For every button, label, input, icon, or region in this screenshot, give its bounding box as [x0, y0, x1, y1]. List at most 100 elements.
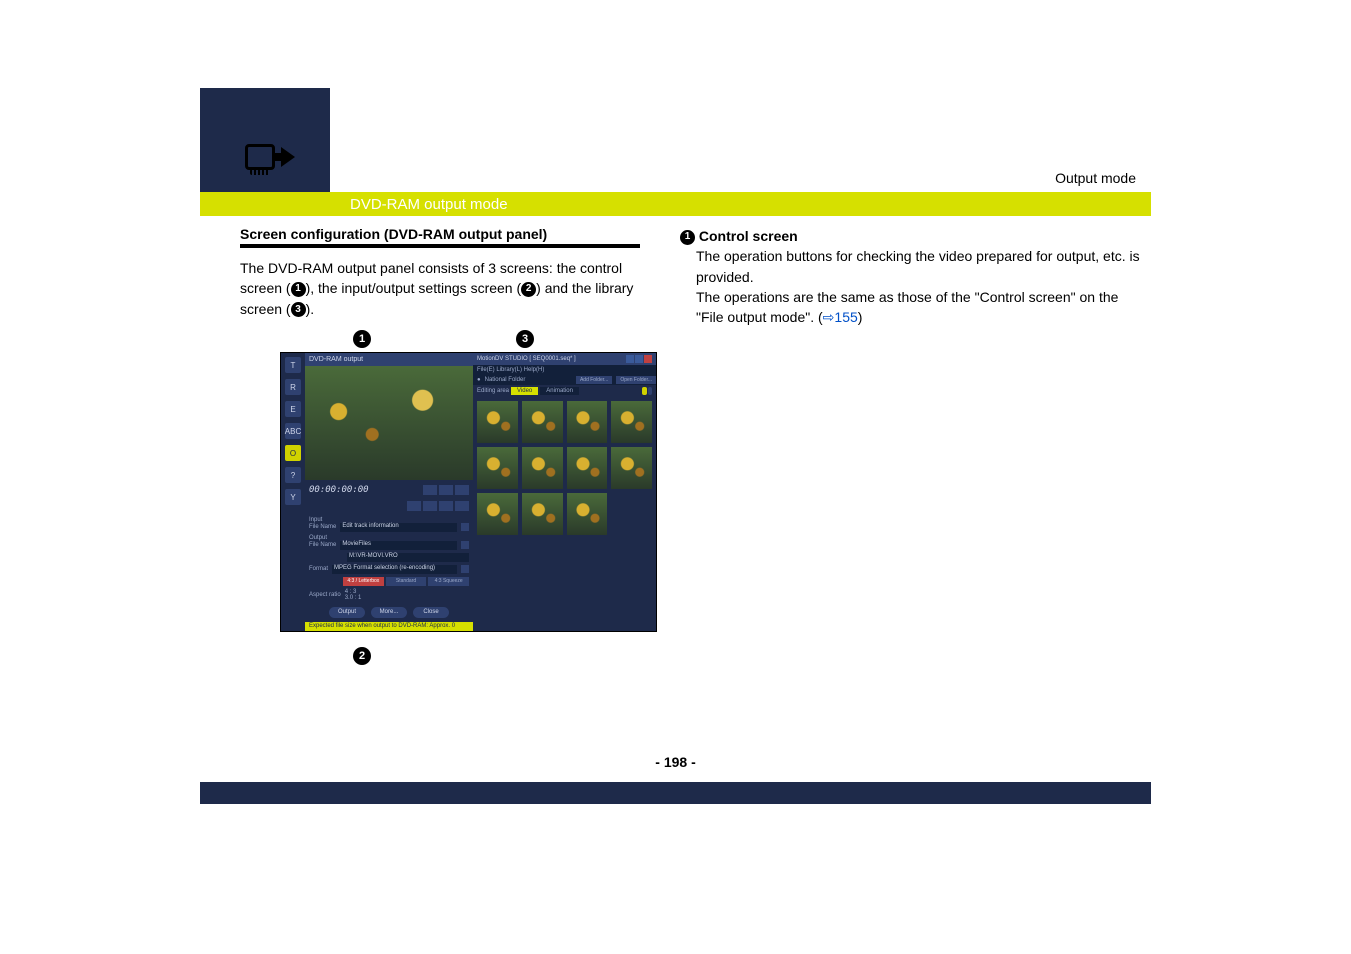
right-para-2: The operations are the same as those of …: [696, 287, 1140, 328]
step-fwd-button[interactable]: [455, 501, 469, 511]
folder-indicator-icon: ●: [477, 377, 481, 383]
aspect-values: 4 : 3 3.0 : 1: [345, 589, 362, 601]
sidebar-edit-icon[interactable]: E: [285, 401, 301, 417]
input-filename-field[interactable]: Edit track information: [340, 523, 457, 532]
input-browse-icon[interactable]: [461, 523, 469, 531]
output-path-field[interactable]: M:\VR-MOVI.VRO: [347, 553, 469, 562]
page-link[interactable]: 155: [834, 309, 857, 325]
right-heading-line: 1 Control screen: [680, 226, 1140, 246]
panel-titlebar: DVD-RAM output: [305, 353, 473, 366]
app-screenshot: T R E ABC O ? Y DVD-RAM output 00:00:00:…: [280, 352, 657, 632]
callout-1-inline: 1: [291, 282, 306, 297]
rewind-button[interactable]: [423, 485, 437, 495]
format-field[interactable]: MPEG Format selection (re-encoding): [332, 565, 457, 574]
footer-navy-bar: [200, 782, 1151, 804]
thumbnail-grid: 20050123_141001.mpg 20050125_204511.mpg …: [473, 397, 656, 631]
thumbnail-item[interactable]: MovieFile04.mpg: [567, 493, 608, 535]
text: The operations are the same as those of …: [696, 289, 1118, 325]
library-folder-row: ● National Folder Add Folder... Open Fol…: [473, 375, 656, 385]
app-sidebar: T R E ABC O ? Y: [281, 353, 305, 631]
view-mode-icon[interactable]: [642, 387, 652, 395]
thumbnail-item[interactable]: MovieFile03.mpg: [522, 493, 563, 535]
tab-group-label: Editing area: [477, 388, 509, 394]
callout-1: 1: [353, 330, 371, 348]
output-filename-field[interactable]: MovieFiles: [340, 541, 457, 550]
sidebar-tool-icon[interactable]: T: [285, 357, 301, 373]
window-controls-icon[interactable]: [626, 355, 652, 363]
panel-pin-icon[interactable]: [461, 355, 471, 365]
callout-2: 2: [353, 647, 371, 665]
arrow-right-icon: [281, 147, 295, 167]
thumb-label: 20050127_234235.mpg: [611, 437, 652, 443]
fastfwd-button[interactable]: [455, 485, 469, 495]
more-button[interactable]: More...: [371, 607, 407, 618]
sidebar-record-icon[interactable]: R: [285, 379, 301, 395]
thumb-label: 20050514_132250.mpg: [522, 483, 563, 489]
mode-label: Output mode: [1055, 170, 1136, 186]
thumbnail-item[interactable]: 20050514_132250.mpg: [522, 447, 563, 489]
callout-2-inline: 2: [521, 282, 536, 297]
output-filename-dropdown[interactable]: [461, 541, 469, 549]
transport-bar-2: [305, 499, 473, 512]
sidebar-settings-icon[interactable]: Y: [285, 489, 301, 505]
section-band-title: DVD-RAM output mode: [350, 196, 508, 213]
aspect-opt-squeeze[interactable]: 4:3 Squeeze: [428, 577, 469, 586]
right-heading: Control screen: [699, 228, 798, 244]
thumbnail-item[interactable]: MovieFile02.mpg: [477, 493, 518, 535]
left-column: Screen configuration (DVD-RAM output pan…: [240, 226, 640, 319]
open-folder-button[interactable]: Open Folder...: [616, 376, 656, 384]
callout-3-inline: 3: [291, 302, 306, 317]
section-band: [200, 192, 1151, 216]
thumb-label: 20050125_204511.mpg: [522, 437, 563, 443]
aspect-opt-standard[interactable]: Standard: [386, 577, 427, 586]
timecode: 00:00:00:00: [309, 485, 369, 495]
sidebar-help-icon[interactable]: ?: [285, 467, 301, 483]
thumbnail-item[interactable]: 20050125_204511.mpg: [522, 401, 563, 443]
thumbnail-item[interactable]: 20050127_234235.mpg: [611, 401, 652, 443]
heading-underline: [240, 244, 640, 248]
format-dropdown[interactable]: [461, 565, 469, 573]
thumbnail-item[interactable]: 20050125_210104.mpg: [567, 401, 608, 443]
thumb-label: MovieFile03.mpg: [522, 529, 563, 535]
sidebar-text-icon[interactable]: ABC: [285, 423, 301, 439]
mode-icon: [245, 144, 295, 170]
stop-button[interactable]: [423, 501, 437, 511]
pause-button[interactable]: [439, 501, 453, 511]
out-filename-label: File Name: [309, 542, 336, 548]
transport-bar: 00:00:00:00: [305, 480, 473, 499]
callout-3: 3: [516, 330, 534, 348]
folder-label: National Folder: [485, 377, 526, 383]
format-label: Format: [309, 566, 328, 572]
callout-1-heading: 1: [680, 230, 695, 245]
library-titlebar: MotionDV STUDIO [ SEQ0001.seq* ]: [473, 353, 656, 365]
link-arrow-icon: ⇨: [823, 309, 835, 325]
thumbnail-item[interactable]: 20050123_141001.mpg: [477, 401, 518, 443]
thumb-label: 20050123_141001.mpg: [477, 437, 518, 443]
left-paragraph: The DVD-RAM output panel consists of 3 s…: [240, 258, 640, 319]
thumb-label: 20050125_210104.mpg: [567, 437, 608, 443]
text: ).: [306, 301, 315, 317]
thumb-label: MovieFile01.mpg: [611, 483, 652, 489]
library-window-title: MotionDV STUDIO [ SEQ0001.seq* ]: [477, 356, 576, 362]
add-folder-button[interactable]: Add Folder...: [576, 376, 612, 384]
right-column: 1 Control screen The operation buttons f…: [680, 226, 1140, 327]
thumbnail-item[interactable]: 20050514_231056.mpg: [567, 447, 608, 489]
tab-video[interactable]: Video: [511, 387, 538, 395]
play-button[interactable]: [439, 485, 453, 495]
thumb-label: 20050412_130049.mpg: [477, 483, 518, 489]
io-settings: Input File Name Edit track information O…: [305, 513, 473, 622]
step-back-button[interactable]: [407, 501, 421, 511]
page-number: - 198 -: [655, 754, 695, 770]
thumbnail-item[interactable]: MovieFile01.mpg: [611, 447, 652, 489]
aspect-opt-letterbox[interactable]: 4:3 / Letterbox: [343, 577, 384, 586]
right-para-1: The operation buttons for checking the v…: [696, 246, 1140, 287]
video-preview: [305, 366, 473, 480]
library-menubar[interactable]: File(E) Library(L) Help(H): [473, 365, 656, 375]
close-button[interactable]: Close: [413, 607, 449, 618]
aspect-label: Aspect ratio: [309, 592, 341, 598]
control-panel: DVD-RAM output 00:00:00:00 Input File Na…: [305, 353, 473, 631]
sidebar-output-icon[interactable]: O: [285, 445, 301, 461]
thumbnail-item[interactable]: 20050412_130049.mpg: [477, 447, 518, 489]
output-button[interactable]: Output: [329, 607, 365, 618]
tab-animation[interactable]: Animation: [540, 387, 579, 395]
